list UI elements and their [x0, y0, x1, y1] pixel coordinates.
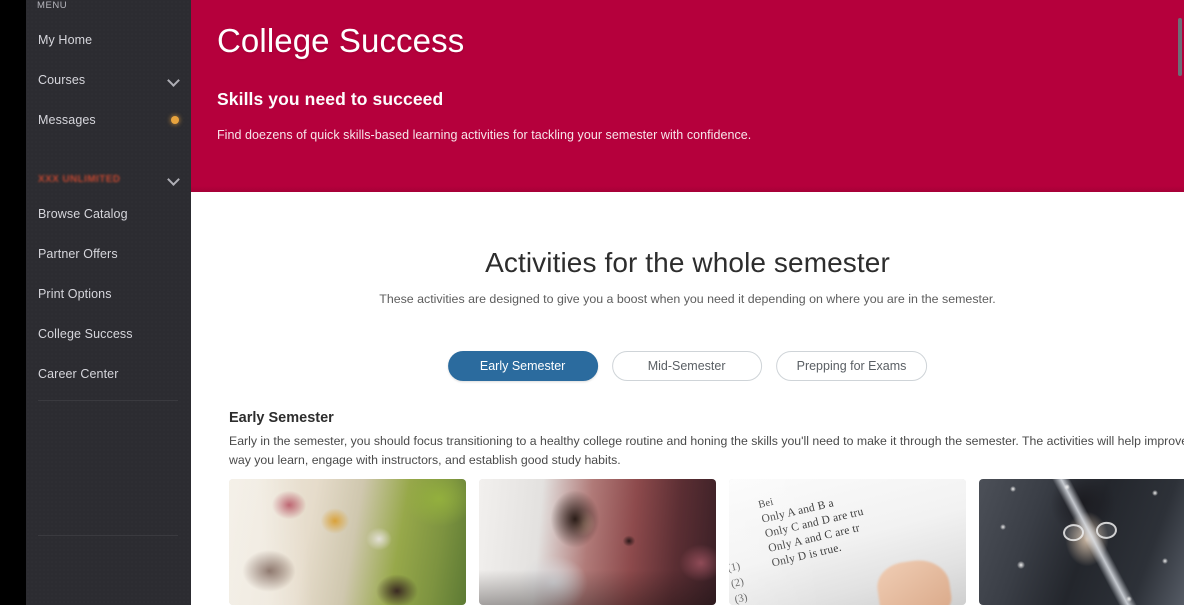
- exam-question-numbers: (1) (2) (3): [729, 558, 749, 605]
- person-glasses-image: [979, 479, 1184, 605]
- tab-label: Mid-Semester: [647, 359, 726, 373]
- sidebar-item-messages[interactable]: Messages: [26, 105, 191, 135]
- banner-description: Find doezens of quick skills-based learn…: [217, 128, 752, 142]
- subsection-heading: Early Semester: [229, 410, 334, 426]
- tab-early-semester[interactable]: Early Semester: [447, 351, 598, 381]
- glasses-icon: [1062, 521, 1118, 542]
- chevron-down-icon: [168, 75, 179, 86]
- sidebar-item-label: Career Center: [38, 367, 119, 381]
- sidebar-item-career-center[interactable]: Career Center: [26, 359, 191, 389]
- exam-number: (2): [729, 575, 746, 591]
- sidebar-item-print-options[interactable]: Print Options: [26, 279, 191, 309]
- main-content: Activities for the whole semester These …: [191, 192, 1184, 605]
- chevron-down-icon: [168, 174, 179, 185]
- page-banner: College Success Skills you need to succe…: [191, 0, 1184, 192]
- exam-line-2: Only C and D are tru: [763, 505, 865, 541]
- section-description: These activities are designed to give yo…: [379, 292, 996, 306]
- activity-card-person-glasses[interactable]: [979, 479, 1184, 605]
- app-screen: MENU My Home Courses Messages XXX UNLIMI…: [0, 0, 1184, 605]
- sidebar: MENU My Home Courses Messages XXX UNLIMI…: [26, 0, 191, 605]
- exam-number: (1): [729, 560, 742, 575]
- sidebar-promo-row[interactable]: XXX UNLIMITED: [26, 165, 191, 193]
- exam-line-4: Only D is true.: [770, 541, 843, 570]
- activity-card-exam-paper[interactable]: Bei Only A and B a Only C and D are tru …: [729, 479, 966, 605]
- exam-line-0: Bei: [757, 496, 775, 511]
- sidebar-item-label: Browse Catalog: [38, 207, 128, 221]
- tab-mid-semester[interactable]: Mid-Semester: [611, 351, 762, 381]
- group-study-image: [229, 479, 466, 605]
- banner-subtitle: Skills you need to succeed: [217, 89, 444, 109]
- exam-line-3: Only A and C are tr: [767, 522, 862, 555]
- sidebar-item-partner-offers[interactable]: Partner Offers: [26, 239, 191, 269]
- sidebar-item-label: College Success: [38, 327, 133, 341]
- sidebar-item-my-home[interactable]: My Home: [26, 25, 191, 55]
- woman-at-desk-image: [479, 479, 716, 605]
- tab-prepping-for-exams[interactable]: Prepping for Exams: [775, 351, 928, 381]
- section-title: Activities for the whole semester: [485, 247, 890, 278]
- activity-card-list: Bei Only A and B a Only C and D are tru …: [229, 479, 1184, 605]
- exam-number: (3): [733, 591, 749, 605]
- sidebar-divider: [38, 535, 178, 536]
- hand-with-pencil: [874, 556, 954, 605]
- activity-card-woman-at-desk[interactable]: [479, 479, 716, 605]
- sidebar-item-courses[interactable]: Courses: [26, 65, 191, 95]
- sidebar-item-label: Print Options: [38, 287, 112, 301]
- sidebar-item-label: Partner Offers: [38, 247, 118, 261]
- tab-label: Early Semester: [479, 359, 566, 373]
- semester-tab-group: Early Semester Mid-Semester Prepping for…: [447, 351, 928, 381]
- sidebar-item-browse-catalog[interactable]: Browse Catalog: [26, 199, 191, 229]
- sidebar-menu-label: MENU: [37, 0, 68, 11]
- sidebar-divider: [38, 400, 178, 401]
- sidebar-item-college-success[interactable]: College Success: [26, 319, 191, 349]
- tab-label: Prepping for Exams: [796, 359, 907, 373]
- notification-dot-badge: [171, 116, 179, 124]
- exam-paper-text: Bei Only A and B a Only C and D are tru …: [729, 479, 966, 605]
- sidebar-item-label: Courses: [38, 73, 86, 87]
- page-title: College Success: [217, 22, 465, 59]
- subsection-body: Early in the semester, you should focus …: [229, 434, 1184, 468]
- activity-card-group-study[interactable]: [229, 479, 466, 605]
- exam-paper-image: Bei Only A and B a Only C and D are tru …: [729, 479, 966, 605]
- sidebar-item-label: My Home: [38, 33, 93, 47]
- sidebar-scrollbar[interactable]: [1178, 18, 1182, 76]
- sidebar-promo-label: XXX UNLIMITED: [38, 173, 121, 185]
- sidebar-item-label: Messages: [38, 113, 96, 127]
- exam-line-1: Only A and B a: [760, 497, 835, 526]
- left-gutter: [0, 0, 26, 605]
